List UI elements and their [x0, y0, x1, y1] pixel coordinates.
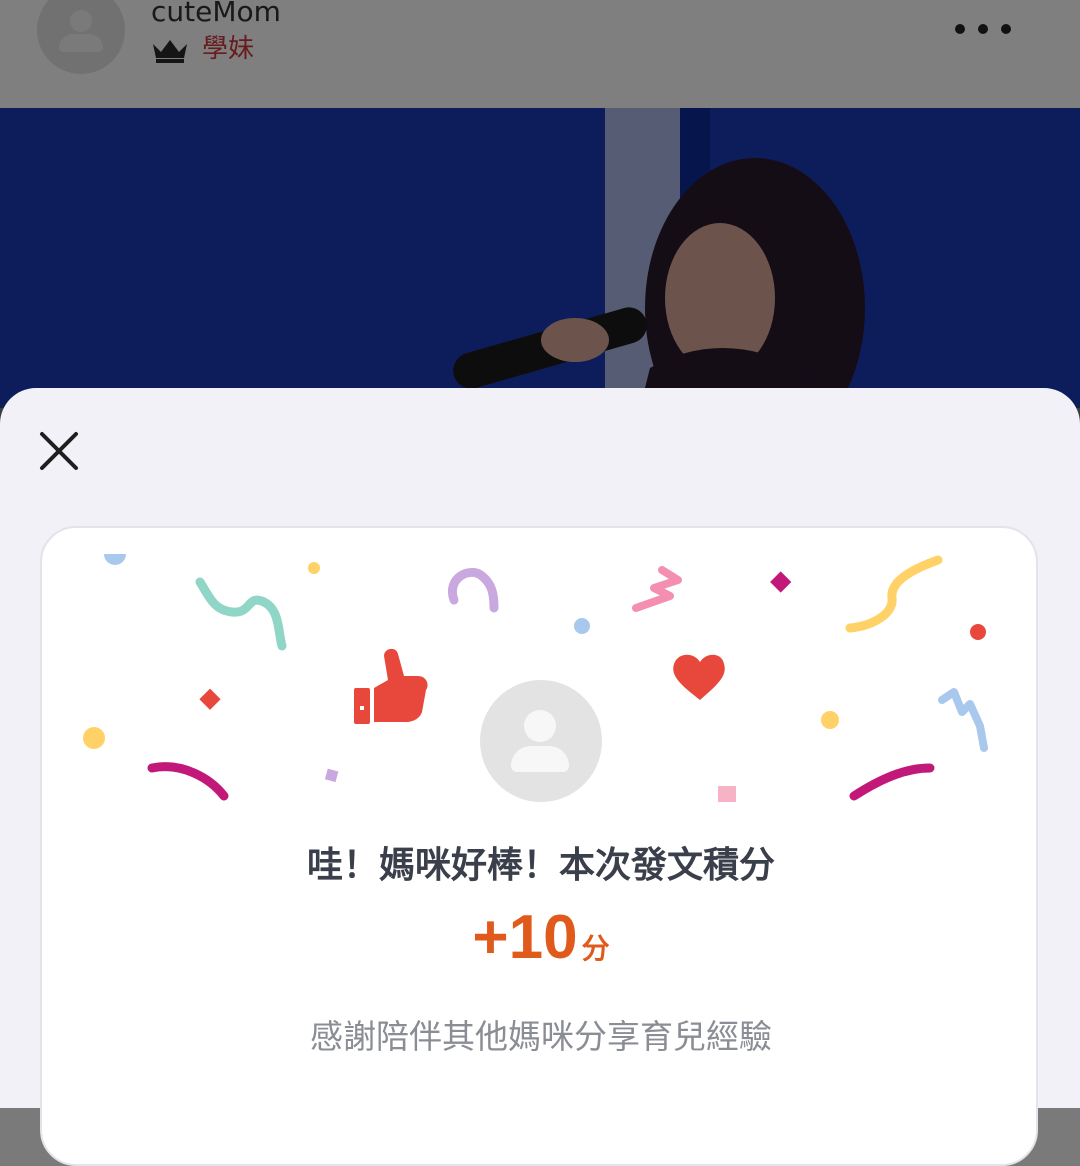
reward-headline: 哇！媽咪好棒！本次發文積分	[306, 845, 775, 886]
points-unit: 分	[581, 933, 610, 964]
points-value: +10	[472, 903, 578, 972]
thumbs-up-icon	[354, 648, 428, 724]
reward-bottom-sheet: 哇！媽咪好棒！本次發文積分 +10 分 感謝陪伴其他媽咪分享育兒經驗	[0, 388, 1080, 1166]
user-avatar	[480, 680, 602, 802]
close-icon[interactable]	[36, 428, 82, 474]
reward-card: 哇！媽咪好棒！本次發文積分 +10 分 感謝陪伴其他媽咪分享育兒經驗	[40, 526, 1038, 1166]
heart-icon	[673, 654, 725, 700]
thank-you-message: 感謝陪伴其他媽咪分享育兒經驗	[310, 1017, 772, 1056]
points-earned: +10 分	[42, 900, 1036, 976]
